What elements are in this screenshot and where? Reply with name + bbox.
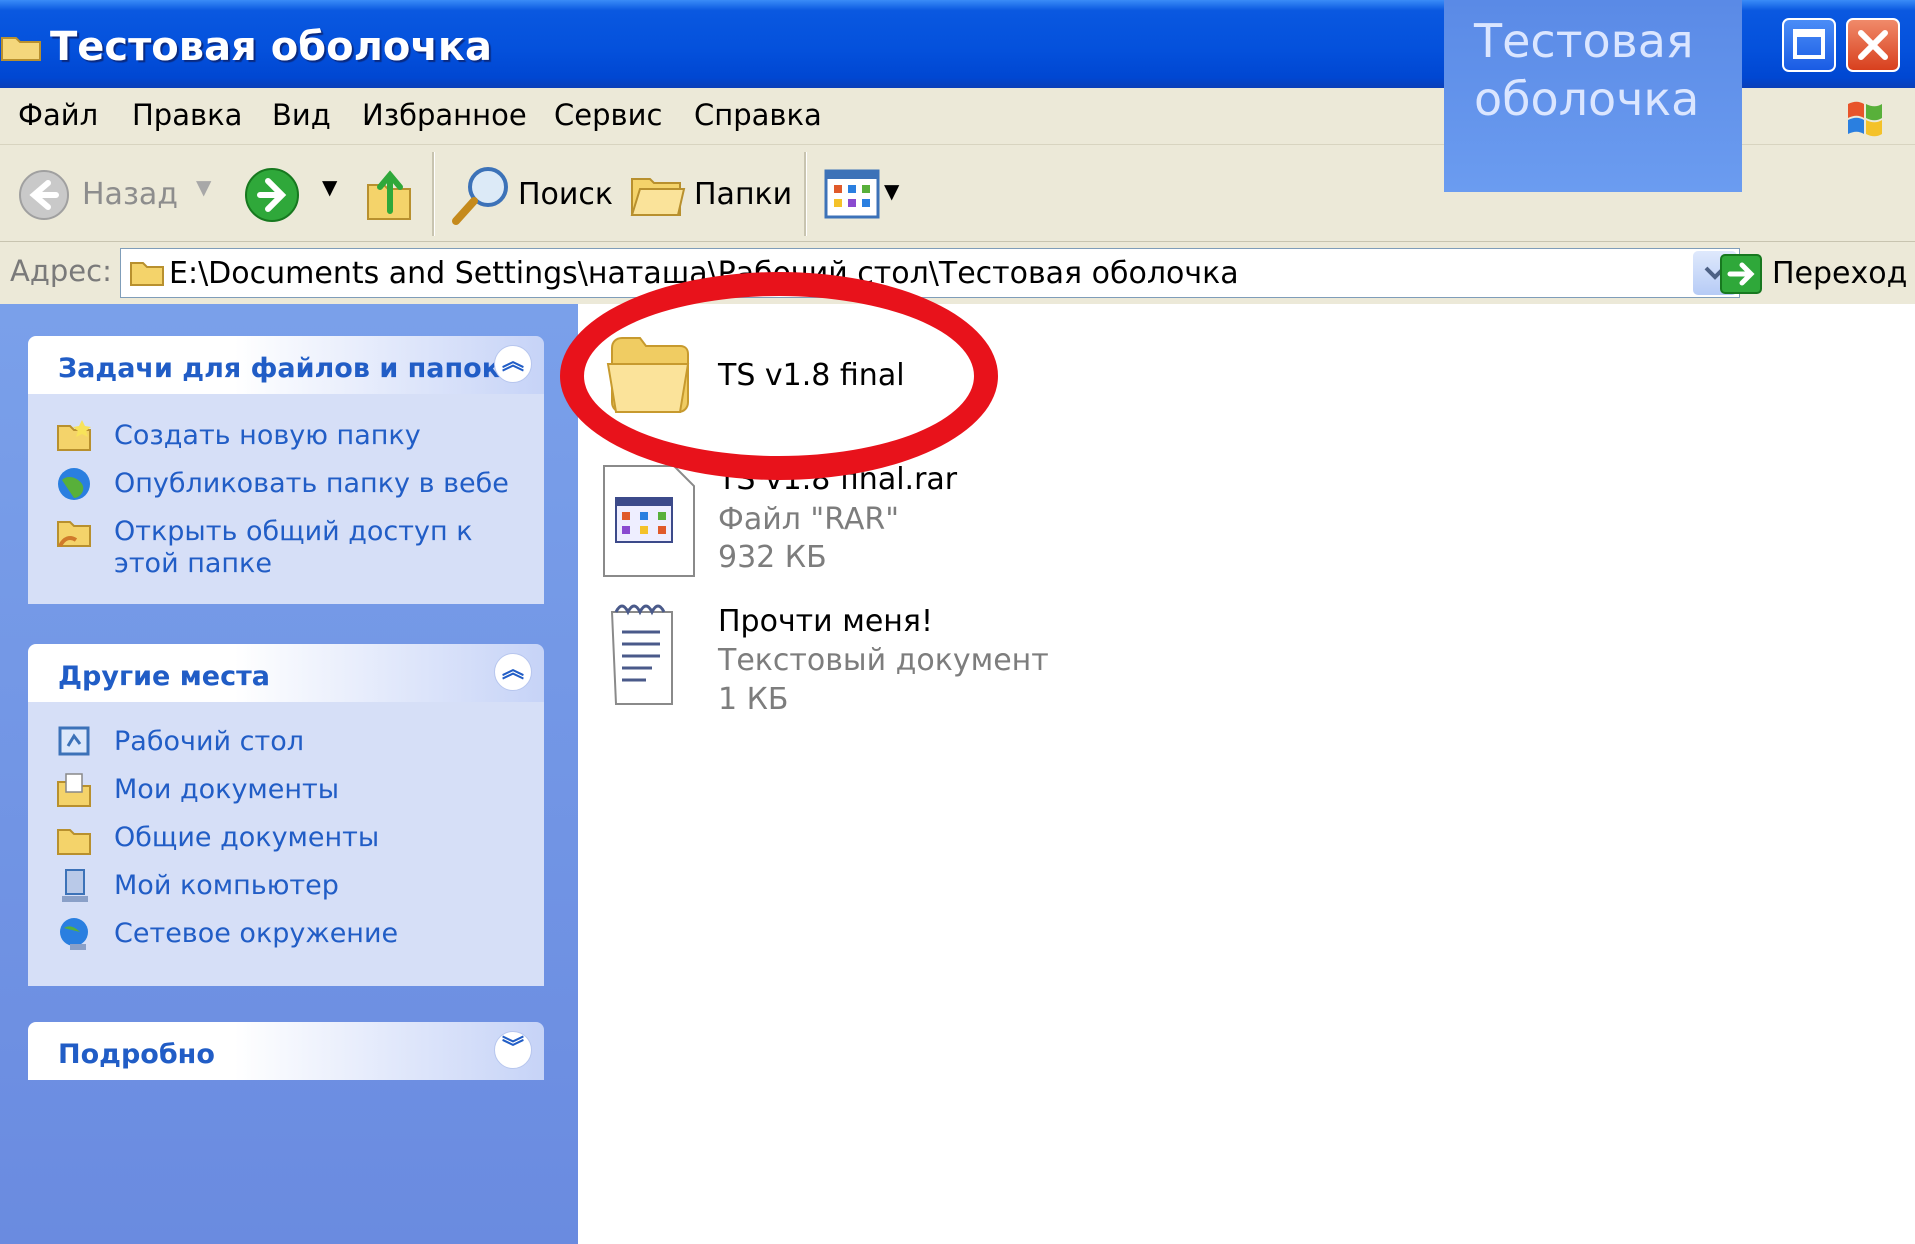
toolbar-separator <box>432 152 435 236</box>
details-header[interactable]: Подробно ︾ <box>28 1022 544 1080</box>
place-label: Сетевое окружение <box>114 918 399 949</box>
menu-tools[interactable]: Сервис <box>554 98 662 132</box>
up-folder-icon[interactable] <box>364 163 416 223</box>
folders-icon[interactable] <box>628 169 688 221</box>
new-folder-icon <box>57 420 91 451</box>
search-icon[interactable] <box>450 165 512 225</box>
task-label: Создать новую папку <box>114 420 421 451</box>
other-places-body: Рабочий стол Мои документы Общие докумен… <box>28 702 544 986</box>
task-label: Опубликовать папку в вебе <box>114 468 509 499</box>
documents-icon <box>57 773 91 807</box>
menu-favorites[interactable]: Избранное <box>362 98 527 132</box>
task-label: Открыть общий доступ к этой папке <box>114 516 473 579</box>
network-icon <box>60 918 88 950</box>
address-bar: Адрес: E:\Documents and Settings\наташа\… <box>0 242 1915 304</box>
maximize-button[interactable] <box>1782 18 1836 72</box>
details-panel: Подробно ︾ <box>28 1022 544 1080</box>
menu-help[interactable]: Справка <box>694 98 822 132</box>
share-folder-icon <box>57 521 91 547</box>
file-type: Файл "RAR" <box>718 502 900 537</box>
close-button[interactable] <box>1846 18 1900 72</box>
other-places-header[interactable]: Другие места ︽ <box>28 644 544 702</box>
collapse-button[interactable]: ︽ <box>494 345 532 383</box>
file-name: Прочти меня! <box>718 604 933 639</box>
chevron-up-icon: ︽ <box>501 658 524 683</box>
menu-edit[interactable]: Правка <box>132 98 242 132</box>
forward-dropdown-icon[interactable]: ▼ <box>322 175 337 199</box>
collapse-button[interactable]: ︽ <box>494 653 532 691</box>
file-tasks-panel: Задачи для файлов и папок ︽ Создать нову… <box>28 336 544 604</box>
views-dropdown-icon[interactable]: ▼ <box>884 179 899 203</box>
desktop-icon <box>58 726 90 756</box>
toolbar-separator <box>804 152 807 236</box>
menu-file[interactable]: Файл <box>18 98 98 132</box>
globe-icon <box>58 468 90 500</box>
go-button[interactable]: Переход <box>1772 256 1907 291</box>
back-label[interactable]: Назад <box>82 177 178 212</box>
panel-title: Задачи для файлов и папок <box>58 353 501 384</box>
back-icon[interactable] <box>18 169 70 221</box>
panel-title: Другие места <box>58 661 270 692</box>
views-icon[interactable] <box>824 169 880 219</box>
text-document-icon <box>610 604 673 705</box>
maximize-icon <box>1793 29 1825 59</box>
task-pane: Задачи для файлов и папок ︽ Создать нову… <box>0 304 578 1244</box>
expand-button[interactable]: ︾ <box>494 1031 532 1069</box>
chevron-down-icon: ︾ <box>501 1036 524 1061</box>
chevron-up-icon: ︽ <box>501 350 524 375</box>
file-size: 1 КБ <box>718 682 789 717</box>
place-label: Мои документы <box>114 774 340 805</box>
place-label: Общие документы <box>114 822 380 853</box>
caption-overlay: Тестовая оболочка <box>1444 0 1742 192</box>
close-icon <box>1858 30 1888 60</box>
other-places-panel: Другие места ︽ Рабочий стол Мои документ… <box>28 644 544 986</box>
file-tasks-header[interactable]: Задачи для файлов и папок ︽ <box>28 336 544 394</box>
go-arrow-icon[interactable] <box>1720 254 1762 294</box>
folder-icon <box>130 262 164 286</box>
panel-title: Подробно <box>58 1039 215 1070</box>
place-label: Рабочий стол <box>114 726 304 757</box>
place-label: Мой компьютер <box>114 870 339 901</box>
menu-view[interactable]: Вид <box>272 98 331 132</box>
windows-logo-icon <box>1848 101 1882 137</box>
address-input[interactable]: E:\Documents and Settings\наташа\Рабочий… <box>120 248 1740 298</box>
window-title: Тестовая оболочка <box>50 24 492 70</box>
annotation-ellipse <box>560 272 998 480</box>
address-label: Адрес: <box>10 254 112 288</box>
back-dropdown-icon[interactable]: ▼ <box>196 175 211 199</box>
shared-documents-icon <box>57 829 91 855</box>
file-type: Текстовый документ <box>718 643 1049 678</box>
rar-archive-icon <box>603 465 695 577</box>
file-tasks-body: Создать новую папку Опубликовать папку в… <box>28 394 544 604</box>
forward-icon[interactable] <box>244 167 300 223</box>
search-label[interactable]: Поиск <box>518 177 613 212</box>
file-size: 932 КБ <box>718 540 827 575</box>
folder-icon <box>1 37 41 61</box>
folders-label[interactable]: Папки <box>694 177 792 212</box>
computer-icon <box>62 869 88 902</box>
